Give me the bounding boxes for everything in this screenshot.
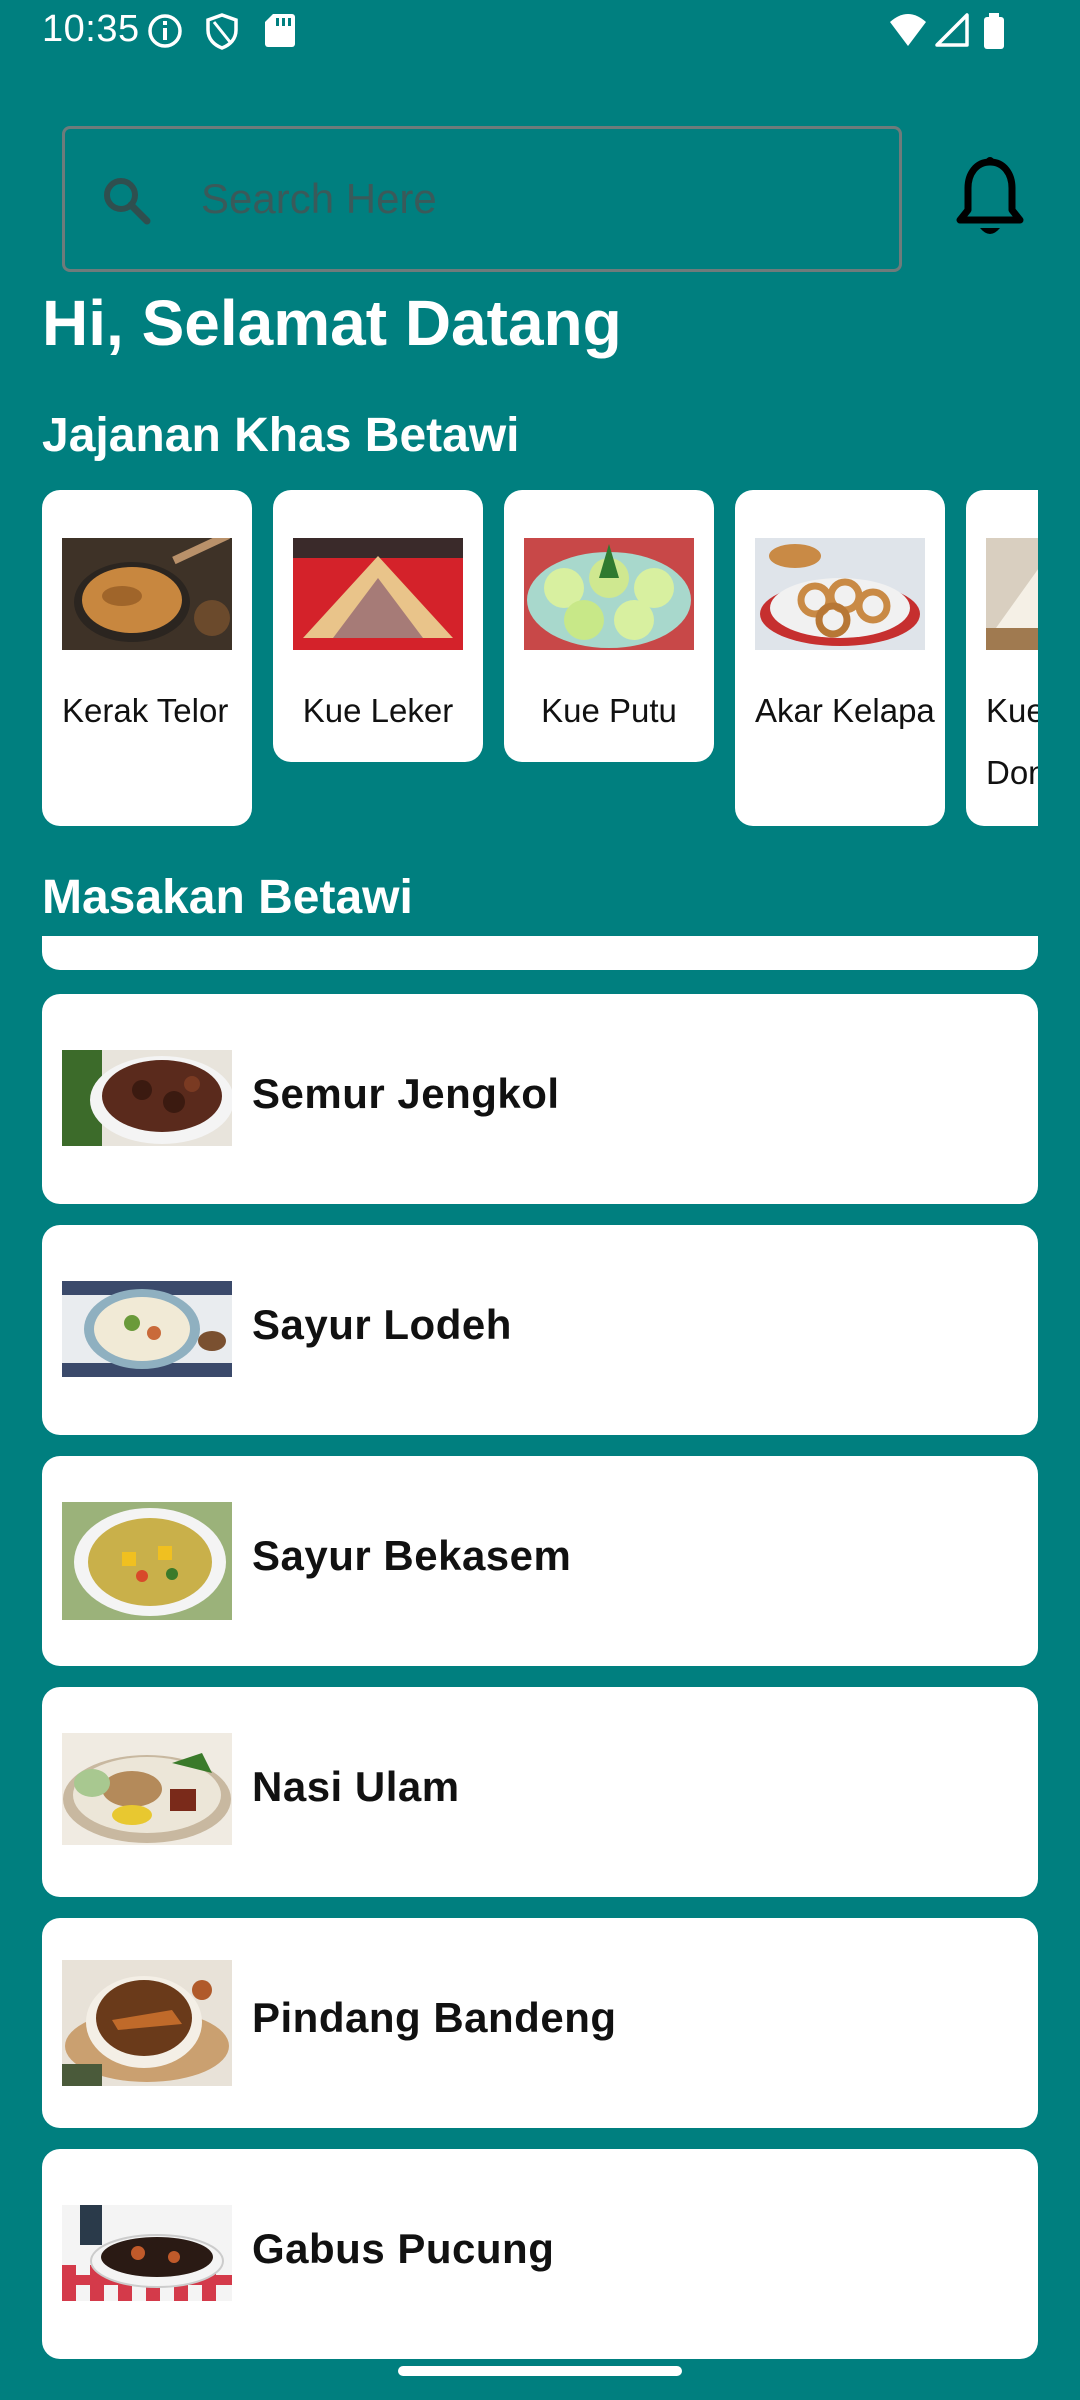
status-bar: 10:35 [0,0,1080,64]
snack-card[interactable]: Kerak Telor [42,490,252,826]
info-icon [148,14,182,48]
kue-leker-photo [293,538,463,650]
shield-icon [206,13,238,50]
sayur-bekasem-photo [62,1502,232,1620]
kerak-telor-photo [62,538,232,650]
snack-label: Kerak Telor [62,692,229,729]
notification-bell-icon[interactable] [954,156,1026,240]
dishes-section-title: Masakan Betawi [42,871,413,924]
pindang-bandeng-photo [62,1960,232,2086]
snack-card[interactable]: Kue Dongkal [966,490,1038,826]
dish-label: Gabus Pucung [252,2225,555,2272]
snack-card[interactable]: Kue Leker [273,490,483,762]
nasi-ulam-photo [62,1733,232,1845]
kue-putu-photo [524,538,694,650]
dish-card[interactable]: Sayur Bekasem [42,1456,1038,1666]
gabus-pucung-photo [62,2205,232,2301]
dish-card[interactable]: Sayur Lodeh [42,1225,1038,1435]
dish-label: Semur Jengkol [252,1070,560,1117]
dish-label: Pindang Bandeng [252,1994,617,2041]
snack-label: Kue Putu [541,692,677,729]
greeting-title: Hi, Selamat Datang [42,287,622,359]
status-time: 10:35 [42,8,140,50]
kue-dongkal-photo [986,538,1038,650]
dish-label: Nasi Ulam [252,1763,460,1810]
gesture-nav-handle[interactable] [398,2366,682,2376]
dish-card[interactable]: Semur Jengkol [42,994,1038,1204]
dish-label: Sayur Bekasem [252,1532,572,1579]
sayur-lodeh-photo [62,1281,232,1377]
snack-label: Kue Leker [302,692,454,729]
battery-icon [984,13,1004,49]
snack-label: Akar Kelapa [755,692,935,729]
dish-card[interactable]: Pindang Bandeng [42,1918,1038,2128]
dish-label: Sayur Lodeh [252,1301,512,1348]
snack-label: Kue Dongkal [986,692,1038,791]
signal-icon [935,13,969,47]
snacks-carousel[interactable]: Kerak Telor Kue Leker Kue Putu Akar Kela… [42,490,1038,830]
search-placeholder: Search Here [201,175,437,222]
snack-card[interactable]: Kue Putu [504,490,714,762]
search-input[interactable]: Search Here [62,126,902,272]
snacks-section-title: Jajanan Khas Betawi [42,409,520,462]
snack-card[interactable]: Akar Kelapa [735,490,945,826]
semur-jengkol-photo [62,1050,232,1146]
akar-kelapa-photo [755,538,925,650]
search-icon [104,178,151,225]
dish-card-partial[interactable] [42,936,1038,970]
dish-card[interactable]: Gabus Pucung [42,2149,1038,2359]
sd-card-icon [265,14,295,47]
wifi-icon [890,14,926,46]
dish-card[interactable]: Nasi Ulam [42,1687,1038,1897]
